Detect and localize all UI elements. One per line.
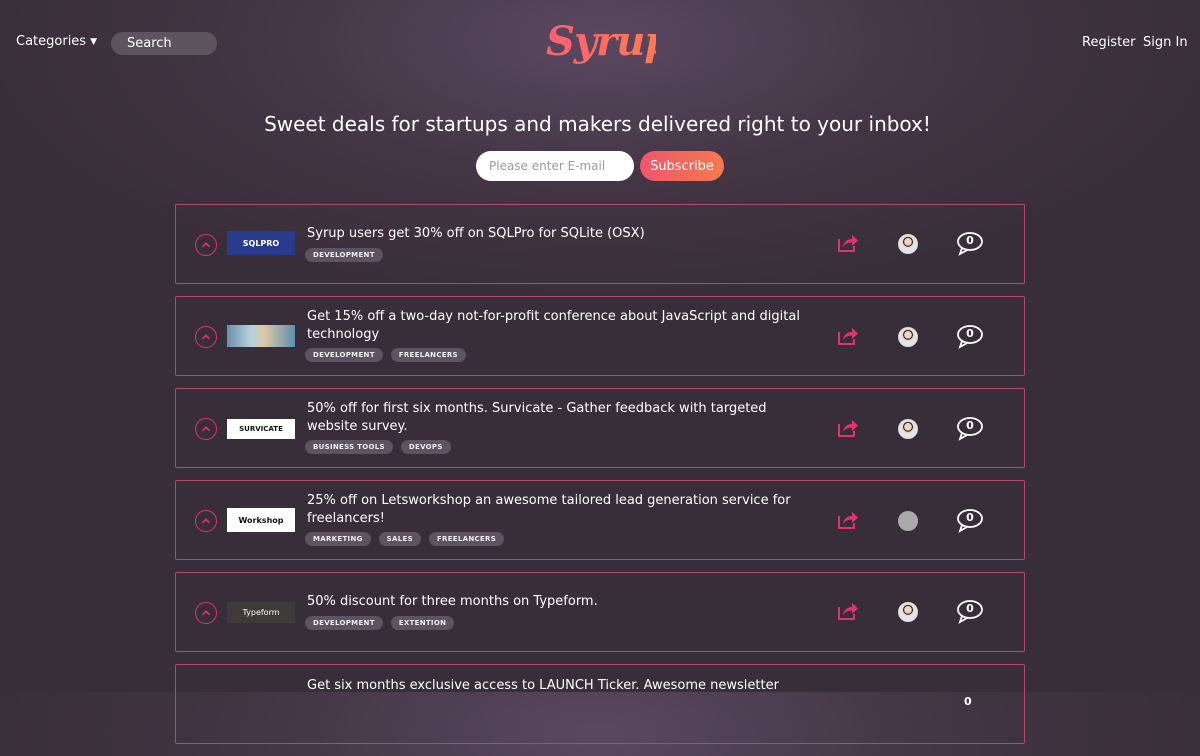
tag-marketing[interactable]: MARKETING: [305, 532, 371, 546]
deal-tags: MARKETING SALES FREELANCERS: [305, 532, 505, 546]
upvote-button[interactable]: [195, 602, 217, 624]
deal-title[interactable]: Get 15% off a two-day not-for-profit con…: [307, 308, 807, 344]
deal-card: SQLPRO Syrup users get 30% off on SQLPro…: [175, 204, 1025, 284]
avatar[interactable]: [898, 234, 918, 254]
share-icon[interactable]: [837, 510, 859, 530]
tag-sales[interactable]: SALES: [378, 532, 421, 546]
workshop-logo-text: Workshop: [238, 515, 284, 525]
avatar[interactable]: [898, 419, 918, 439]
deal-title[interactable]: Syrup users get 30% off on SQLPro for SQ…: [307, 225, 807, 243]
chevron-up-icon: [201, 334, 211, 340]
comments-button[interactable]: 0: [957, 509, 987, 533]
chevron-up-icon: [201, 610, 211, 616]
comment-count: 0: [966, 234, 974, 247]
deal-card: SURVICATE 50% off for first six months. …: [175, 388, 1025, 468]
tag-freelancers[interactable]: FREELANCERS: [428, 532, 505, 546]
comments-button[interactable]: 0: [957, 417, 987, 441]
share-icon[interactable]: [837, 233, 859, 253]
deal-title[interactable]: Get six months exclusive access to LAUNC…: [307, 677, 807, 695]
comments-button[interactable]: 0: [957, 325, 987, 349]
deal-tags: BUSINESS TOOLS DEVOPS: [305, 440, 451, 454]
comment-count: 0: [966, 602, 974, 615]
avatar[interactable]: [898, 602, 918, 622]
comment-count: 0: [966, 511, 974, 524]
deal-title[interactable]: 25% off on Letsworkshop an awesome tailo…: [307, 492, 807, 528]
avatar[interactable]: [898, 327, 918, 347]
deal-thumbnail[interactable]: SQLPRO: [227, 231, 295, 255]
chevron-down-icon: ▼: [90, 36, 97, 47]
hero-tagline: Sweet deals for startups and makers deli…: [264, 112, 931, 136]
deal-title[interactable]: 50% off for first six months. Survicate …: [307, 400, 807, 436]
deal-thumbnail[interactable]: [227, 325, 295, 347]
upvote-button[interactable]: [195, 418, 217, 440]
categories-dropdown[interactable]: Categories ▼: [16, 34, 97, 49]
deal-list: SQLPRO Syrup users get 30% off on SQLPro…: [175, 204, 1025, 756]
search-input[interactable]: [111, 32, 217, 55]
deal-thumbnail[interactable]: Typeform: [227, 602, 295, 623]
deal-tags: DEVELOPMENT: [305, 248, 383, 262]
deal-thumbnail[interactable]: SURVICATE: [227, 419, 295, 439]
comment-count: 0: [966, 327, 974, 340]
upvote-button[interactable]: [195, 510, 217, 532]
top-navigation: Categories ▼ Syrup Register Sign In: [0, 0, 1200, 86]
tag-development[interactable]: DEVELOPMENT: [305, 348, 383, 362]
register-link[interactable]: Register: [1082, 35, 1136, 50]
chevron-up-icon: [201, 426, 211, 432]
categories-label: Categories: [16, 34, 87, 49]
upvote-button[interactable]: [195, 234, 217, 256]
deal-tags: DEVELOPMENT FREELANCERS: [305, 348, 466, 362]
syrup-logo[interactable]: Syrup: [546, 14, 672, 70]
share-icon[interactable]: [837, 326, 859, 346]
tag-freelancers[interactable]: FREELANCERS: [390, 348, 466, 362]
share-icon[interactable]: [837, 601, 859, 621]
tag-development[interactable]: DEVELOPMENT: [305, 616, 383, 630]
comments-button[interactable]: 0: [957, 600, 987, 624]
comments-button[interactable]: 0: [957, 232, 987, 256]
sqlpro-logo-text: SQLPRO: [242, 238, 280, 248]
sign-in-link[interactable]: Sign In: [1143, 35, 1188, 50]
deal-card: Typeform 50% discount for three months o…: [175, 572, 1025, 652]
survicate-logo-text: SURVICATE: [239, 425, 283, 433]
deal-title[interactable]: 50% discount for three months on Typefor…: [307, 593, 807, 611]
deal-card: Workshop 25% off on Letsworkshop an awes…: [175, 480, 1025, 560]
deal-thumbnail[interactable]: Workshop: [227, 508, 295, 532]
share-icon[interactable]: [837, 418, 859, 438]
subscribe-button[interactable]: Subscribe: [640, 151, 724, 181]
tag-business-tools[interactable]: BUSINESS TOOLS: [305, 440, 393, 454]
comment-count: 0: [964, 695, 972, 708]
deal-tags: DEVELOPMENT EXTENTION: [305, 616, 455, 630]
tag-extention[interactable]: EXTENTION: [390, 616, 455, 630]
upvote-button[interactable]: [195, 326, 217, 348]
comment-count: 0: [966, 419, 974, 432]
avatar-placeholder[interactable]: [898, 511, 918, 531]
tag-development[interactable]: DEVELOPMENT: [305, 248, 383, 262]
typeform-logo-text: Typeform: [242, 608, 280, 617]
email-field[interactable]: [476, 151, 634, 181]
deal-card: Get 15% off a two-day not-for-profit con…: [175, 296, 1025, 376]
chevron-up-icon: [201, 518, 211, 524]
chevron-up-icon: [201, 242, 211, 248]
tag-devops[interactable]: DEVOPS: [400, 440, 451, 454]
deal-card: Get six months exclusive access to LAUNC…: [175, 664, 1025, 744]
